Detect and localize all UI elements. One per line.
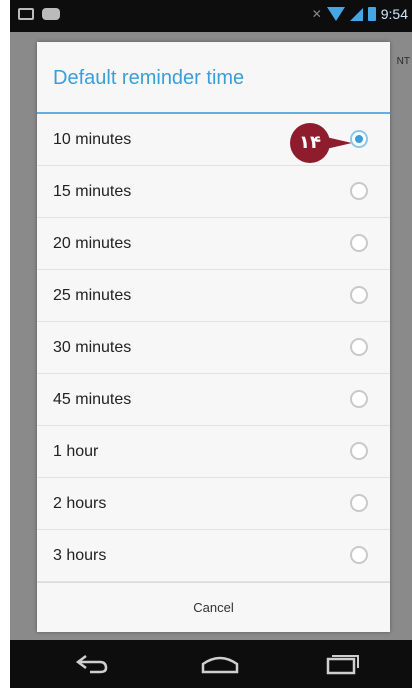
radio-button[interactable] <box>350 234 368 252</box>
option-15-minutes[interactable]: 15 minutes <box>37 166 390 218</box>
background-action-text: NT <box>396 56 410 67</box>
reminder-dialog: Default reminder time 10 minutes ۱۴ 15 m… <box>37 42 390 632</box>
callout-arrow <box>326 137 352 149</box>
no-signal-icon: ✕ <box>311 7 322 21</box>
dialog-title: Default reminder time <box>37 42 390 114</box>
recent-apps-icon[interactable] <box>316 650 366 678</box>
option-label: 20 minutes <box>53 235 132 252</box>
option-3-hours[interactable]: 3 hours <box>37 530 390 582</box>
option-10-minutes[interactable]: 10 minutes ۱۴ <box>37 114 390 166</box>
cell-signal-icon <box>349 7 363 21</box>
radio-button[interactable] <box>350 182 368 200</box>
wifi-icon <box>326 7 345 21</box>
option-label: 15 minutes <box>53 183 132 200</box>
navigation-bar <box>10 640 412 688</box>
radio-button[interactable] <box>350 390 368 408</box>
option-2-hours[interactable]: 2 hours <box>37 478 390 530</box>
option-label: 3 hours <box>53 547 107 564</box>
battery-icon <box>367 7 376 21</box>
status-time: 9:54 <box>380 6 408 22</box>
option-label: 45 minutes <box>53 391 132 408</box>
callout-badge: ۱۴ <box>290 123 330 163</box>
home-icon[interactable] <box>195 650 245 678</box>
option-label: 2 hours <box>53 495 107 512</box>
option-label: 1 hour <box>53 443 99 460</box>
radio-button[interactable] <box>350 286 368 304</box>
option-45-minutes[interactable]: 45 minutes <box>37 374 390 426</box>
radio-button[interactable] <box>350 494 368 512</box>
option-label: 25 minutes <box>53 287 132 304</box>
reminder-options-list: 10 minutes ۱۴ 15 minutes 20 minutes 25 m… <box>37 114 390 582</box>
mail-icon <box>18 8 34 20</box>
option-label: 30 minutes <box>53 339 132 356</box>
cancel-button[interactable]: Cancel <box>37 583 390 632</box>
gamepad-icon <box>42 8 60 20</box>
phone-screen: ✕ 9:54 NT Default reminder time 10 minut… <box>10 0 412 688</box>
option-25-minutes[interactable]: 25 minutes <box>37 270 390 322</box>
radio-button[interactable] <box>350 338 368 356</box>
radio-button[interactable] <box>350 546 368 564</box>
dialog-actions: Cancel <box>37 582 390 632</box>
radio-button[interactable] <box>350 442 368 460</box>
option-30-minutes[interactable]: 30 minutes <box>37 322 390 374</box>
step-callout: ۱۴ <box>290 123 352 163</box>
back-icon[interactable] <box>68 650 118 678</box>
radio-button-selected[interactable] <box>350 130 368 148</box>
option-1-hour[interactable]: 1 hour <box>37 426 390 478</box>
status-bar: ✕ 9:54 <box>10 0 412 32</box>
option-20-minutes[interactable]: 20 minutes <box>37 218 390 270</box>
option-label: 10 minutes <box>53 131 132 148</box>
